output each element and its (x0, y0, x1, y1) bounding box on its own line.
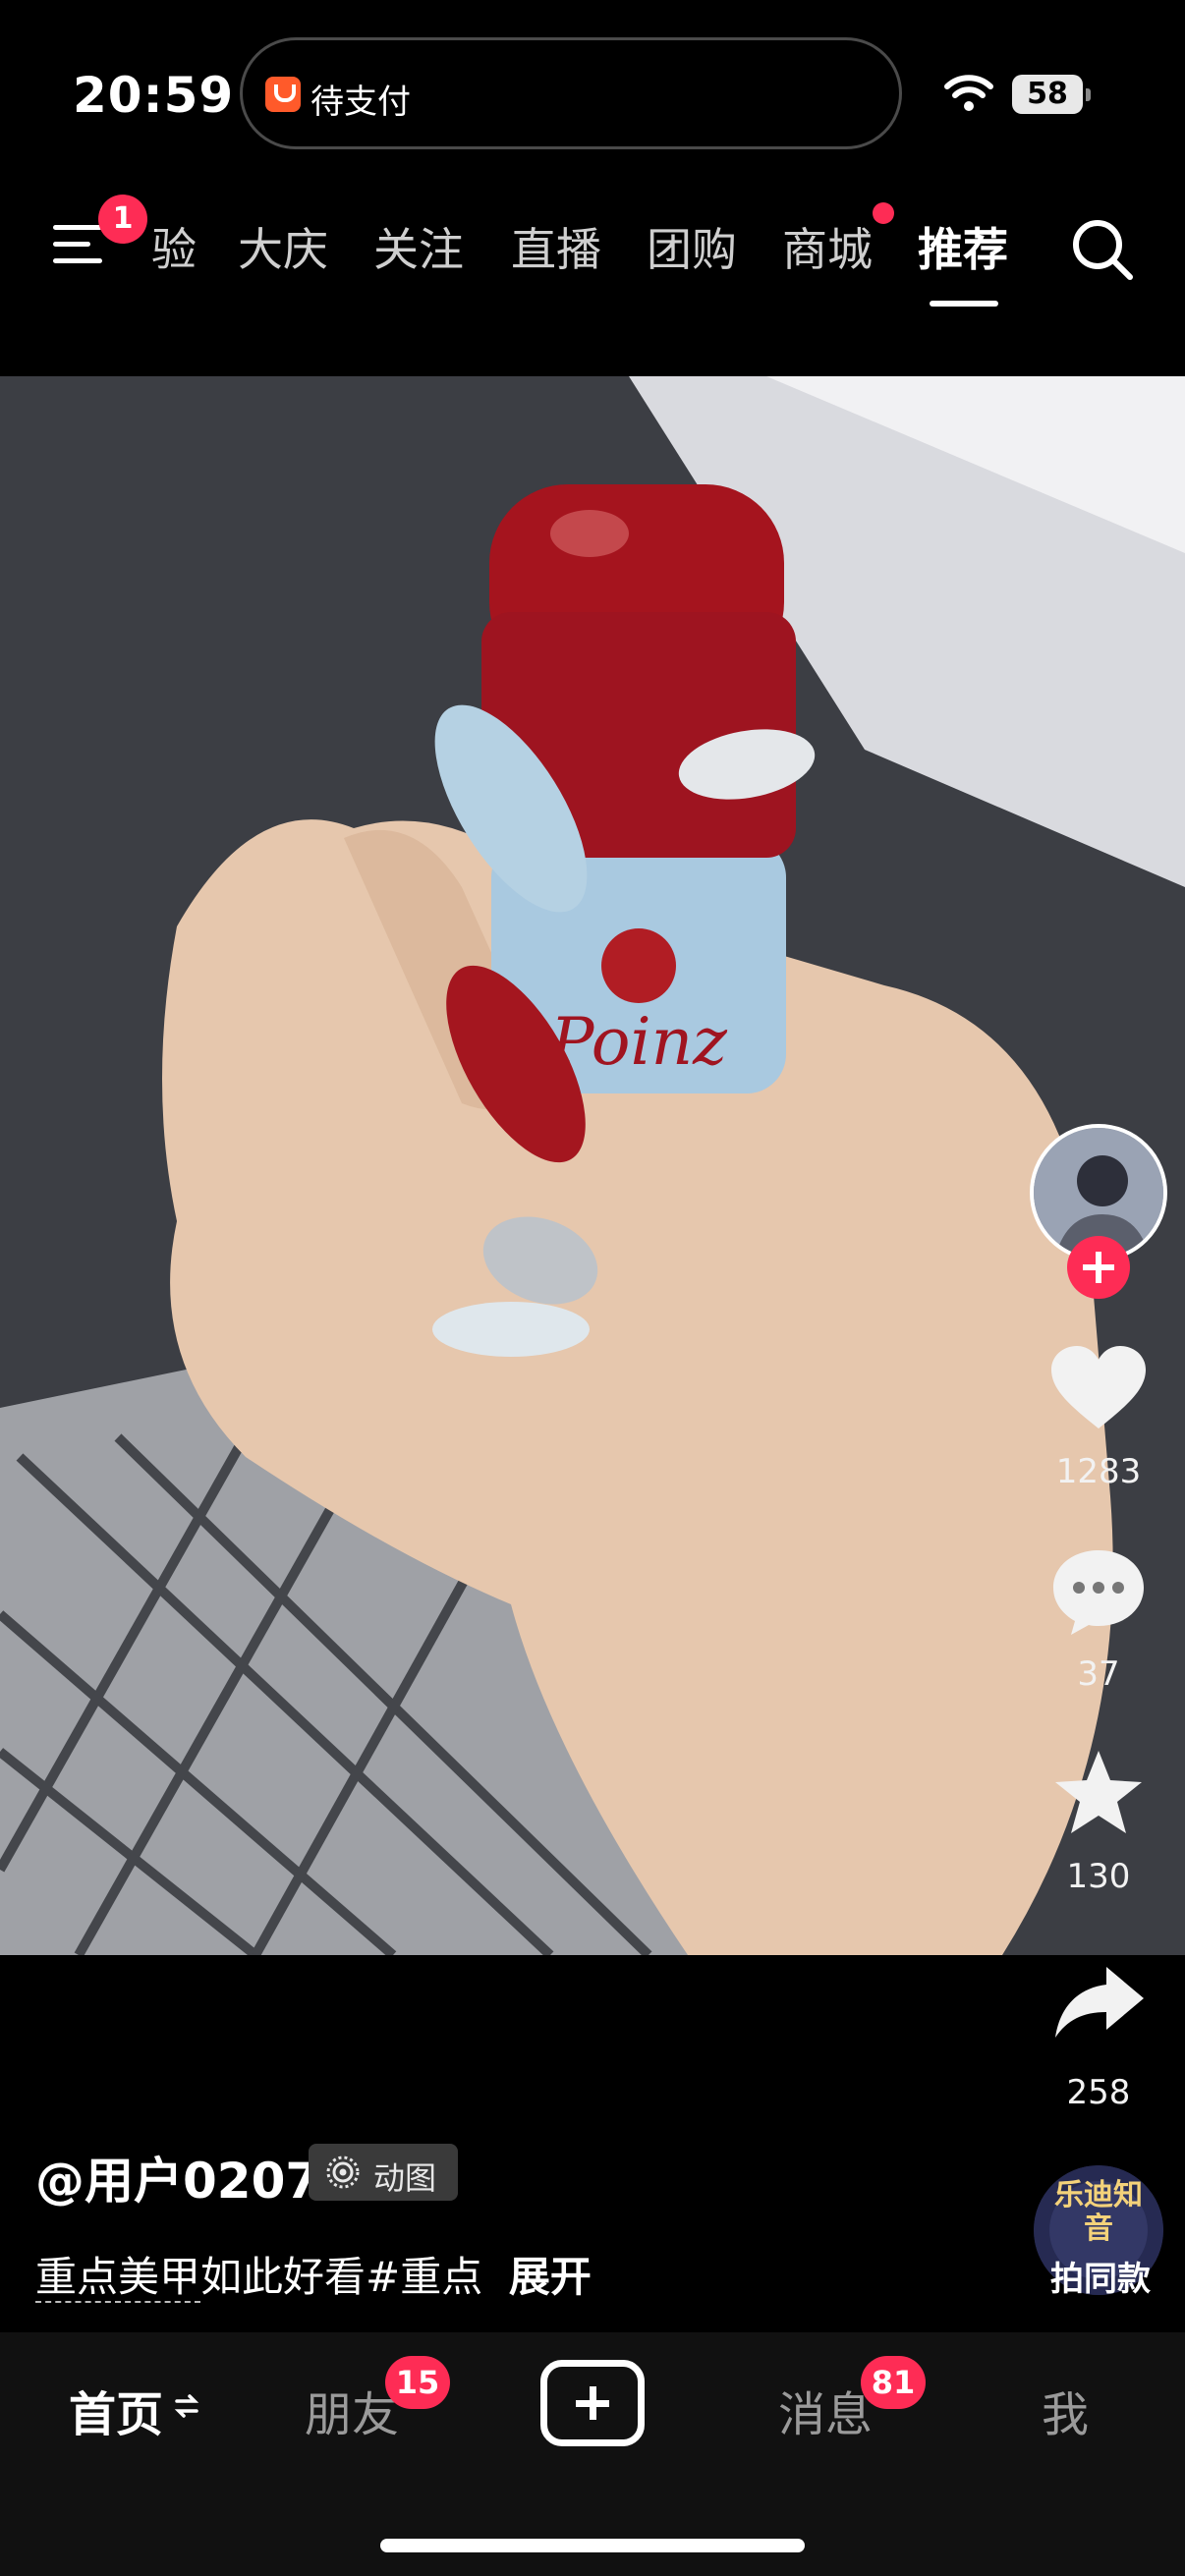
mall-notification-dot (873, 202, 894, 224)
video-player[interactable]: Poinz (0, 376, 1185, 1955)
tab-me[interactable]: 我 (1042, 2376, 1089, 2444)
comment-icon[interactable] (1049, 1546, 1148, 1637)
messages-badge: 81 (861, 2356, 926, 2409)
tab-messages[interactable]: 消息 (778, 2376, 873, 2444)
like-count: 1283 (1055, 1452, 1142, 1491)
search-icon[interactable] (1071, 218, 1136, 283)
status-time: 20:59 (73, 67, 235, 124)
menu-icon[interactable] (53, 221, 106, 268)
tab-home[interactable]: 首页 (69, 2376, 163, 2444)
tab-group-buy[interactable]: 团购 (647, 214, 737, 279)
author-name[interactable]: @用户0207 (35, 2142, 319, 2212)
tab-live[interactable]: 直播 (511, 214, 601, 279)
home-indicator (380, 2539, 805, 2552)
friends-badge: 15 (385, 2356, 450, 2409)
caption-text: 如此好看#重点 (200, 2253, 483, 2301)
tab-mall[interactable]: 商城 (782, 214, 873, 279)
motion-photo-label: 动图 (373, 2159, 437, 2197)
shoot-same-style-button[interactable]: 拍同款 (1022, 2252, 1179, 2300)
bottle-brand-text: Poinz (549, 1004, 728, 1080)
tab-recommended[interactable]: 推荐 (918, 214, 1008, 279)
battery-icon: 58 (1012, 75, 1091, 114)
music-disc-text: 乐迪知音 (1054, 2178, 1143, 2246)
tab-daqing[interactable]: 大庆 (238, 214, 328, 279)
favorite-star-icon[interactable] (1051, 1747, 1146, 1837)
create-post-button[interactable] (540, 2360, 645, 2446)
share-count: 258 (1066, 2073, 1131, 2112)
tab-following[interactable]: 关注 (373, 214, 464, 279)
video-frame: Poinz (0, 376, 1185, 1955)
live-photo-icon (326, 2156, 360, 2189)
post-caption: 重点美甲如此好看#重点 展开 (35, 2244, 592, 2304)
comment-count: 37 (1077, 1654, 1120, 1694)
active-tab-indicator (930, 301, 998, 307)
refresh-swap-icon (174, 2394, 199, 2418)
follow-button[interactable] (1067, 1236, 1130, 1299)
expand-button[interactable]: 展开 (509, 2253, 592, 2301)
like-icon[interactable] (1049, 1344, 1148, 1432)
menu-badge: 1 (98, 195, 147, 244)
pending-payment-label: 待支付 (310, 83, 411, 122)
caption-highlight-link[interactable]: 重点美甲 (35, 2253, 201, 2303)
tab-experience[interactable]: 验 (151, 214, 197, 279)
share-icon[interactable] (1053, 1963, 1146, 2042)
plus-icon (576, 2386, 609, 2420)
wifi-icon (944, 75, 993, 111)
shopping-app-icon (265, 77, 301, 112)
plus-icon (1083, 1252, 1114, 1283)
favorite-count: 130 (1066, 1857, 1131, 1896)
